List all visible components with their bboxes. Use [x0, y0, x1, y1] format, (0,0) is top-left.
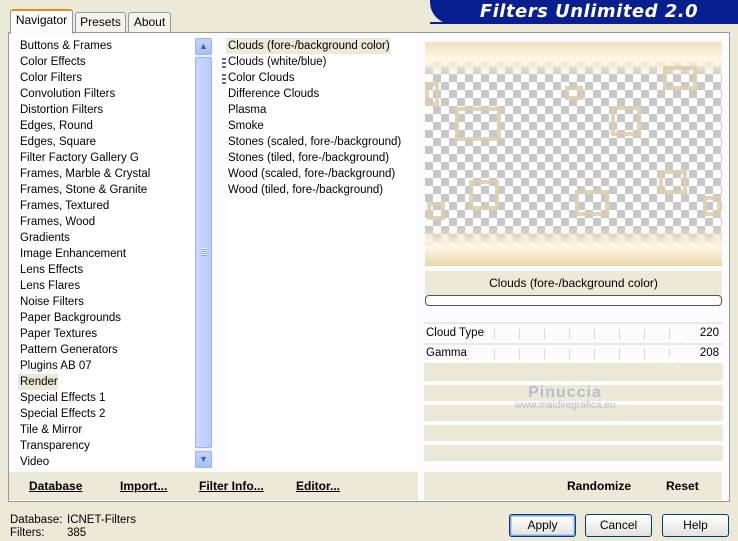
database-status-label: Database:	[10, 514, 63, 526]
category-item[interactable]: Plugins AB 07	[18, 358, 92, 374]
list-grip-icon	[222, 58, 226, 84]
progress-bar	[425, 295, 722, 306]
filter-item[interactable]: Clouds (white/blue)	[226, 54, 326, 70]
filter-list[interactable]: Clouds (fore-/background color) Clouds (w…	[226, 38, 416, 468]
filters-status-value: 385	[67, 527, 87, 539]
category-item[interactable]: Buttons & Frames	[18, 38, 112, 54]
param-label: Gamma	[426, 347, 467, 359]
category-item[interactable]: Transparency	[18, 438, 90, 454]
category-item[interactable]: Paper Textures	[18, 326, 97, 342]
filter-item[interactable]: Stones (scaled, fore-/background)	[226, 134, 401, 150]
database-status-value: ICNET-Filters	[67, 514, 136, 526]
apply-button[interactable]: Apply	[509, 514, 576, 537]
category-item[interactable]: Edges, Round	[18, 118, 93, 134]
scroll-up-icon[interactable]: ▲	[195, 38, 212, 55]
category-item[interactable]: Pattern Generators	[18, 342, 118, 358]
filter-item[interactable]: Stones (tiled, fore-/background)	[226, 150, 389, 166]
param-cloud-type[interactable]: Cloud Type 220	[424, 325, 723, 343]
category-item[interactable]: Color Filters	[18, 70, 82, 86]
category-item[interactable]: Noise Filters	[18, 294, 84, 310]
category-item[interactable]: Frames, Wood	[18, 214, 95, 230]
param-value: 208	[699, 347, 719, 359]
param-label: Cloud Type	[426, 327, 484, 339]
category-item[interactable]: Lens Effects	[18, 262, 83, 278]
editor-button[interactable]: Editor...	[296, 478, 340, 494]
category-item[interactable]: Frames, Marble & Crystal	[18, 166, 150, 182]
preview-image	[425, 42, 722, 266]
watermark: Pinuccia www.maidiregrafica.eu	[485, 384, 645, 411]
category-item[interactable]: Distortion Filters	[18, 102, 103, 118]
filter-item[interactable]: Difference Clouds	[226, 86, 319, 102]
category-item[interactable]: Video	[18, 454, 49, 470]
category-item[interactable]: Frames, Stone & Granite	[18, 182, 147, 198]
filter-info-button[interactable]: Filter Info...	[199, 478, 264, 494]
param-gamma[interactable]: Gamma 208	[424, 345, 723, 363]
category-list[interactable]: Buttons & Frames Color Effects Color Filte…	[18, 38, 194, 468]
randomize-button[interactable]: Randomize	[567, 478, 631, 494]
database-button[interactable]: Database	[29, 478, 82, 494]
category-item[interactable]: Gradients	[18, 230, 70, 246]
category-item[interactable]: Lens Flares	[18, 278, 80, 294]
filter-item[interactable]: Clouds (fore-/background color)	[226, 38, 390, 54]
tab-presets[interactable]: Presets	[75, 12, 126, 32]
category-item[interactable]: Special Effects 1	[18, 390, 105, 406]
filter-item[interactable]: Smoke	[226, 118, 264, 134]
category-scrollbar[interactable]: ▲ ▼	[195, 38, 212, 468]
filter-item[interactable]: Color Clouds	[226, 70, 294, 86]
category-item[interactable]: Tile & Mirror	[18, 422, 82, 438]
watermark-url: www.maidiregrafica.eu	[514, 400, 616, 411]
effect-name-label: Clouds (fore-/background color)	[425, 271, 722, 295]
cancel-button[interactable]: Cancel	[585, 514, 652, 537]
category-item[interactable]: Render	[18, 374, 58, 390]
import-button[interactable]: Import...	[120, 478, 167, 494]
category-item[interactable]: Color Effects	[18, 54, 86, 70]
scroll-thumb[interactable]	[195, 57, 212, 448]
category-item[interactable]: Image Enhancement	[18, 246, 126, 262]
category-item[interactable]: Paper Backgrounds	[18, 310, 121, 326]
reset-button[interactable]: Reset	[666, 478, 699, 494]
filter-item[interactable]: Wood (scaled, fore-/background)	[226, 166, 395, 182]
filters-status-label: Filters:	[10, 527, 45, 539]
filter-item[interactable]: Wood (tiled, fore-/background)	[226, 182, 383, 198]
app-title-banner: Filters Unlimited 2.0	[430, 0, 738, 24]
param-value: 220	[699, 327, 719, 339]
category-item[interactable]: Special Effects 2	[18, 406, 105, 422]
help-button[interactable]: Help	[662, 514, 729, 537]
category-item[interactable]: Frames, Textured	[18, 198, 109, 214]
scroll-down-icon[interactable]: ▼	[195, 451, 212, 468]
category-item[interactable]: Convolution Filters	[18, 86, 115, 102]
category-item[interactable]: Edges, Square	[18, 134, 96, 150]
thumb-grip-icon	[201, 248, 207, 256]
tab-navigator[interactable]: Navigator	[10, 9, 73, 34]
tab-about[interactable]: About	[128, 12, 171, 32]
category-item[interactable]: Filter Factory Gallery G	[18, 150, 139, 166]
filter-item[interactable]: Plasma	[226, 102, 266, 118]
